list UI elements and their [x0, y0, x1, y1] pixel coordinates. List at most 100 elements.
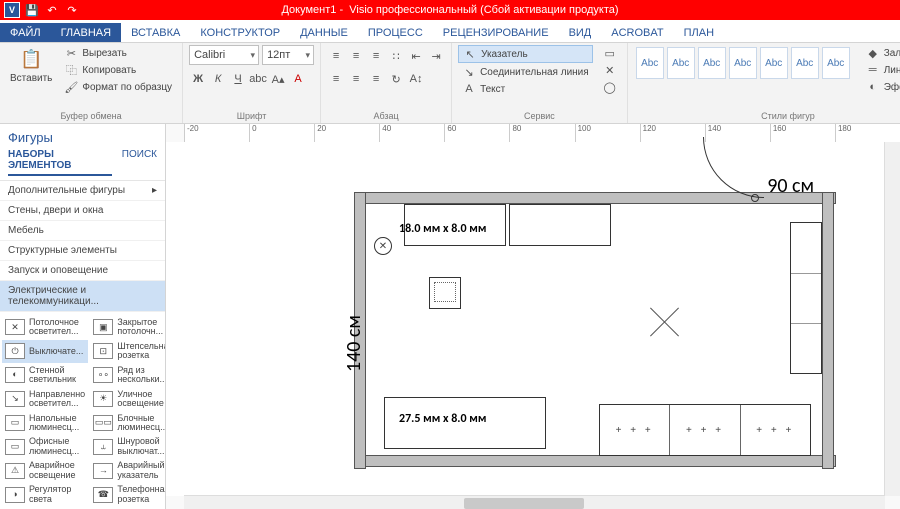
outlet-symbol[interactable]: ✕: [374, 237, 392, 255]
bold-button[interactable]: Ж: [189, 70, 207, 88]
furniture-cabinet-2[interactable]: [509, 204, 611, 246]
shape-item[interactable]: ⥿Шнуровой выключат...: [90, 435, 165, 458]
strike-button[interactable]: abc: [249, 70, 267, 88]
rotate-button[interactable]: ↻: [387, 70, 405, 88]
shapes-tabs: НАБОРЫ ЭЛЕМЕНТОВ ПОИСК: [0, 145, 165, 181]
align-top-button[interactable]: ≡: [327, 47, 345, 65]
align-right-button[interactable]: ≡: [367, 70, 385, 88]
bullets-button[interactable]: ∷: [387, 47, 405, 65]
category-electrical[interactable]: Электрические и телекоммуникаци...: [0, 281, 165, 312]
fill-button[interactable]: ◆Заливка ▾: [862, 45, 900, 61]
tab-view[interactable]: ВИД: [559, 23, 602, 42]
tab-data[interactable]: ДАННЫЕ: [290, 23, 358, 42]
shape-item[interactable]: ✕Потолочное осветител...: [2, 316, 88, 339]
tab-insert[interactable]: ВСТАВКА: [121, 23, 190, 42]
align-left-button[interactable]: ≡: [327, 70, 345, 88]
shape-item[interactable]: ☀Уличное освещение: [90, 388, 165, 411]
style-swatch[interactable]: Abc: [822, 47, 850, 79]
shape-icon: ⚠: [5, 463, 25, 479]
indent-less-button[interactable]: ⇤: [407, 47, 425, 65]
shape-item[interactable]: ▣Закрытое потолочн...: [90, 316, 165, 339]
shape-item[interactable]: ∘∘Ряд из нескольки...: [90, 364, 165, 387]
tab-home[interactable]: ГЛАВНАЯ: [51, 23, 121, 42]
shape-item[interactable]: ☎Телефонная розетка: [90, 483, 165, 506]
ruler-vertical: [166, 142, 185, 496]
door-arc[interactable]: [703, 137, 764, 198]
canvas-area: -20020406080100120140160180 90 см 140 см…: [166, 124, 900, 509]
scrollbar-horizontal[interactable]: [184, 495, 885, 509]
tab-design[interactable]: КОНСТРУКТОР: [190, 23, 290, 42]
category-alarm[interactable]: Запуск и оповещение: [0, 261, 165, 281]
ellipse-tool-button[interactable]: ◯: [599, 79, 621, 95]
undo-icon[interactable]: ↶: [44, 2, 60, 18]
x-tool-button[interactable]: ✕: [599, 62, 621, 78]
italic-button[interactable]: К: [209, 70, 227, 88]
furniture-small[interactable]: [429, 277, 461, 309]
font-size-combo[interactable]: 12пт: [262, 45, 314, 65]
ruler-horizontal: -20020406080100120140160180: [184, 124, 900, 143]
line-icon: ═: [866, 63, 880, 77]
pointer-tool-button[interactable]: ↖Указатель: [458, 45, 593, 63]
stencils-tab[interactable]: НАБОРЫ ЭЛЕМЕНТОВ: [8, 149, 112, 176]
scroll-thumb[interactable]: [464, 498, 584, 509]
shape-item[interactable]: ⚠Аварийное освещение: [2, 459, 88, 482]
shape-item[interactable]: ◐Стенной светильник: [2, 364, 88, 387]
scrollbar-vertical[interactable]: [884, 142, 900, 496]
style-swatch[interactable]: Abc: [729, 47, 757, 79]
tab-file[interactable]: ФАЙЛ: [0, 23, 51, 42]
effects-button[interactable]: ◐Эффекты ▾: [862, 79, 900, 95]
tab-process[interactable]: ПРОЦЕСС: [358, 23, 433, 42]
text-tool-button[interactable]: AТекст: [458, 81, 593, 97]
shape-item[interactable]: →Аварийный указатель: [90, 459, 165, 482]
style-gallery[interactable]: Abc Abc Abc Abc Abc Abc Abc: [634, 45, 852, 81]
ribbon-tabs: ФАЙЛ ГЛАВНАЯ ВСТАВКА КОНСТРУКТОР ДАННЫЕ …: [0, 20, 900, 43]
category-furniture[interactable]: Мебель: [0, 221, 165, 241]
redo-icon[interactable]: ↷: [64, 2, 80, 18]
shape-item[interactable]: ◑Регулятор света: [2, 483, 88, 506]
ceiling-mark[interactable]: [644, 302, 684, 342]
font-name-combo[interactable]: Calibri: [189, 45, 259, 65]
category-structural[interactable]: Структурные элементы: [0, 241, 165, 261]
tab-acrobat[interactable]: ACROBAT: [601, 23, 673, 42]
style-swatch[interactable]: Abc: [698, 47, 726, 79]
style-swatch[interactable]: Abc: [636, 47, 664, 79]
tab-plan[interactable]: ПЛАН: [674, 23, 724, 42]
save-icon[interactable]: 💾: [24, 2, 40, 18]
drawing-canvas[interactable]: 90 см 140 см 18.0 мм x 8.0 мм ✕ 27.5 мм …: [184, 142, 885, 496]
furniture-shelf[interactable]: [790, 222, 822, 374]
align-middle-button[interactable]: ≡: [347, 47, 365, 65]
shape-item[interactable]: ↘Направленно осветител...: [2, 388, 88, 411]
app-logo-icon: V: [4, 2, 20, 18]
search-tab[interactable]: ПОИСК: [122, 149, 157, 176]
copy-button[interactable]: ⿻Копировать: [60, 62, 176, 78]
shape-item[interactable]: ▭Напольные люминесц...: [2, 412, 88, 435]
paste-button[interactable]: 📋 Вставить: [6, 45, 56, 86]
wall-right[interactable]: [822, 192, 834, 469]
format-painter-button[interactable]: 🖌Формат по образцу: [60, 79, 176, 95]
category-more[interactable]: Дополнительные фигуры▸: [0, 181, 165, 201]
category-walls[interactable]: Стены, двери и окна: [0, 201, 165, 221]
shape-item[interactable]: ▭Офисные люминесц...: [2, 435, 88, 458]
wall-bottom[interactable]: [354, 455, 836, 467]
shape-item[interactable]: ⊡Штепсельная розетка: [90, 340, 165, 363]
spacing-button[interactable]: A↕: [407, 70, 425, 88]
font-grow-button[interactable]: A▴: [269, 70, 287, 88]
style-swatch[interactable]: Abc: [667, 47, 695, 79]
connector-tool-button[interactable]: ↘Соединительная линия: [458, 64, 593, 80]
tab-review[interactable]: РЕЦЕНЗИРОВАНИЕ: [433, 23, 559, 42]
shape-icon: ∘∘: [93, 367, 113, 383]
style-swatch[interactable]: Abc: [760, 47, 788, 79]
line-button[interactable]: ═Линия ▾: [862, 62, 900, 78]
cut-button[interactable]: ✂Вырезать: [60, 45, 176, 61]
indent-more-button[interactable]: ⇥: [427, 47, 445, 65]
font-color-button[interactable]: A: [289, 70, 307, 88]
underline-button[interactable]: Ч: [229, 70, 247, 88]
align-bottom-button[interactable]: ≡: [367, 47, 385, 65]
rect-tool-button[interactable]: ▭: [599, 45, 621, 61]
shape-item[interactable]: ▭▭Блочные люминесц...: [90, 412, 165, 435]
group-paragraph: ≡ ≡ ≡ ∷ ⇤ ⇥ ≡ ≡ ≡ ↻ A↕ Абзац: [321, 43, 452, 123]
style-swatch[interactable]: Abc: [791, 47, 819, 79]
align-center-button[interactable]: ≡: [347, 70, 365, 88]
furniture-sofa-right[interactable]: + + + + + + + + +: [599, 404, 811, 456]
shape-item[interactable]: ⏻Выключате...: [2, 340, 88, 363]
